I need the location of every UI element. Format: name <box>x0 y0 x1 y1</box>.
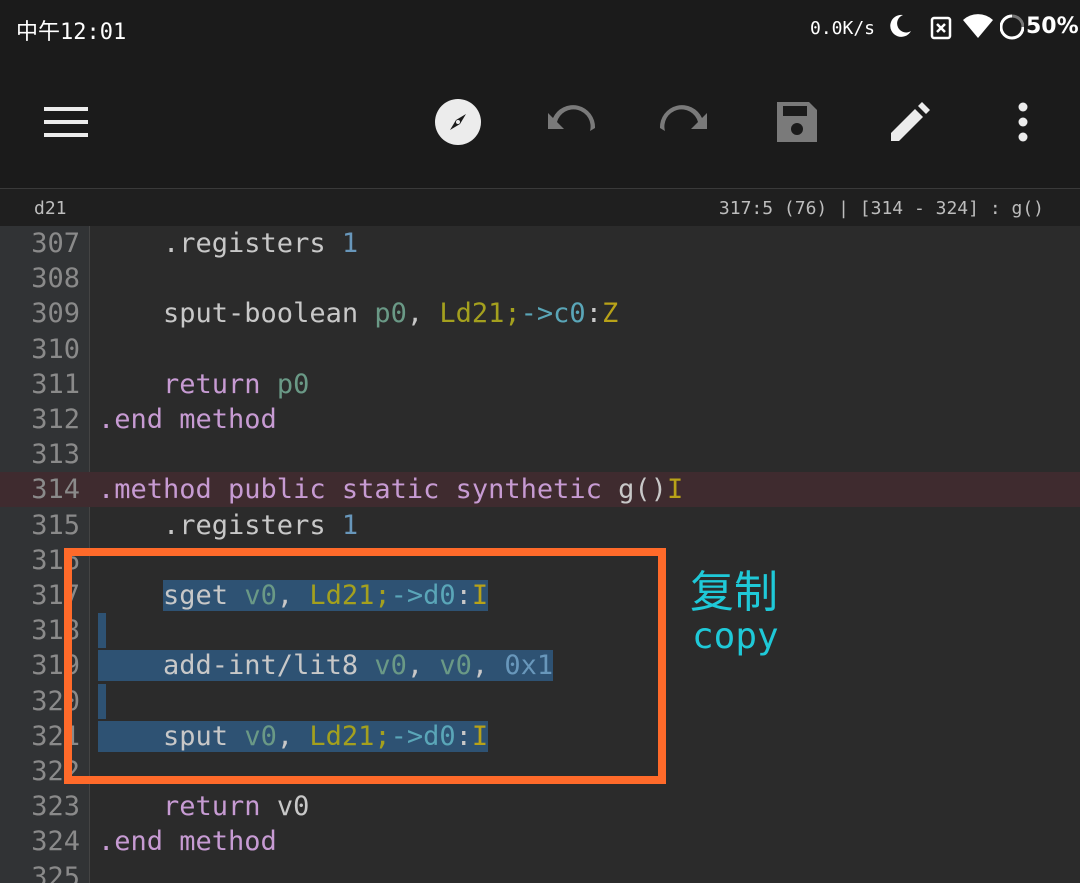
code-line[interactable]: 325 <box>0 860 1080 883</box>
line-number: 310 <box>31 333 80 365</box>
code-token: Ld21; <box>439 298 521 330</box>
code-token: Z <box>601 298 619 330</box>
code-token: : <box>585 298 602 330</box>
code-token: p0 <box>374 298 407 330</box>
status-bar: 中午12:01 0.0K/s 50% <box>0 0 1080 58</box>
cursor-position: 317:5 (76) | [314 - 324] : g() <box>718 198 1044 219</box>
edit-button[interactable] <box>882 94 938 150</box>
line-number: 314 <box>31 474 80 506</box>
code-line[interactable]: 313 <box>0 437 1080 472</box>
network-speed: 0.0K/s <box>810 18 876 39</box>
save-icon <box>777 102 817 142</box>
code-token: , <box>406 298 440 330</box>
code-line[interactable]: 314 .method public static synthetic g()I <box>0 472 1080 508</box>
code-token: I <box>666 474 684 506</box>
code-text: .end method <box>98 402 277 437</box>
line-number: 308 <box>31 263 80 295</box>
code-token: 1 <box>341 509 359 541</box>
line-number: 325 <box>31 861 80 883</box>
compass-icon <box>435 99 481 145</box>
navigate-button[interactable] <box>430 94 486 150</box>
line-number: 312 <box>31 404 80 435</box>
code-text: .method public static synthetic g()I <box>98 472 683 507</box>
code-token: g() <box>618 474 667 506</box>
code-token: return <box>98 791 277 823</box>
code-text: return v0 <box>98 789 309 824</box>
redo-icon <box>659 105 707 131</box>
line-number: 313 <box>31 439 80 471</box>
code-line[interactable]: 323 return v0 <box>0 789 1080 824</box>
code-line[interactable]: 309 sput-boolean p0, Ld21;->c0:Z <box>0 296 1080 331</box>
menu-icon <box>44 107 88 137</box>
no-sim-icon <box>930 16 952 40</box>
more-vert-icon <box>1018 102 1028 142</box>
code-line[interactable]: 315 .registers 1 <box>0 508 1080 543</box>
code-token: v0 <box>276 791 310 823</box>
undo-icon <box>548 105 596 131</box>
app-toolbar: 中午12:01 0.0K/s 50% <box>0 0 1080 188</box>
code-line[interactable]: 312 .end method <box>0 402 1080 437</box>
code-token: .registers <box>98 228 342 259</box>
line-number: 323 <box>31 791 80 823</box>
line-number: 324 <box>31 826 80 858</box>
code-text: sput-boolean p0, Ld21;->c0:Z <box>98 296 618 331</box>
annotation-box <box>64 548 666 784</box>
more-options-button[interactable] <box>995 94 1051 150</box>
code-line[interactable]: 324 .end method <box>0 824 1080 859</box>
code-text: .end method <box>98 824 277 859</box>
code-text: .registers 1 <box>98 508 358 543</box>
line-number: 311 <box>31 368 80 400</box>
line-number: 315 <box>31 509 80 541</box>
code-line[interactable]: 307 .registers 1 <box>0 226 1080 261</box>
code-token: .end method <box>98 826 277 858</box>
annotation-label-cn: 复制 <box>690 567 778 618</box>
undo-button[interactable] <box>543 94 599 150</box>
annotation-label-en: copy <box>692 616 779 657</box>
code-line[interactable]: 308 <box>0 261 1080 296</box>
redo-button[interactable] <box>656 94 712 150</box>
code-token: .registers <box>98 509 342 541</box>
code-token: p0 <box>276 368 310 400</box>
code-text: .registers 1 <box>98 226 358 261</box>
menu-button[interactable] <box>38 94 94 150</box>
code-token: 1 <box>341 228 359 259</box>
code-token: .method public static synthetic <box>98 474 619 506</box>
code-token: -> <box>520 298 554 330</box>
code-line[interactable]: 311 return p0 <box>0 367 1080 402</box>
edit-icon <box>891 102 930 141</box>
code-token: sput-boolean <box>98 298 375 330</box>
line-number: 307 <box>31 228 80 259</box>
status-time: 中午12:01 <box>16 20 127 45</box>
battery-icon <box>1000 14 1024 40</box>
save-button[interactable] <box>769 94 825 150</box>
code-token: return <box>98 368 277 400</box>
moon-icon <box>890 14 911 37</box>
code-token: .end method <box>98 404 277 435</box>
file-info-bar: d21 317:5 (76) | [314 - 324] : g() <box>0 188 1080 226</box>
file-name: d21 <box>34 198 67 219</box>
code-token: c0 <box>553 298 586 330</box>
battery-percentage: 50% <box>1026 14 1079 39</box>
code-text: return p0 <box>98 367 309 402</box>
code-line[interactable]: 310 <box>0 332 1080 367</box>
wifi-icon <box>963 14 993 39</box>
line-number: 309 <box>31 298 80 330</box>
